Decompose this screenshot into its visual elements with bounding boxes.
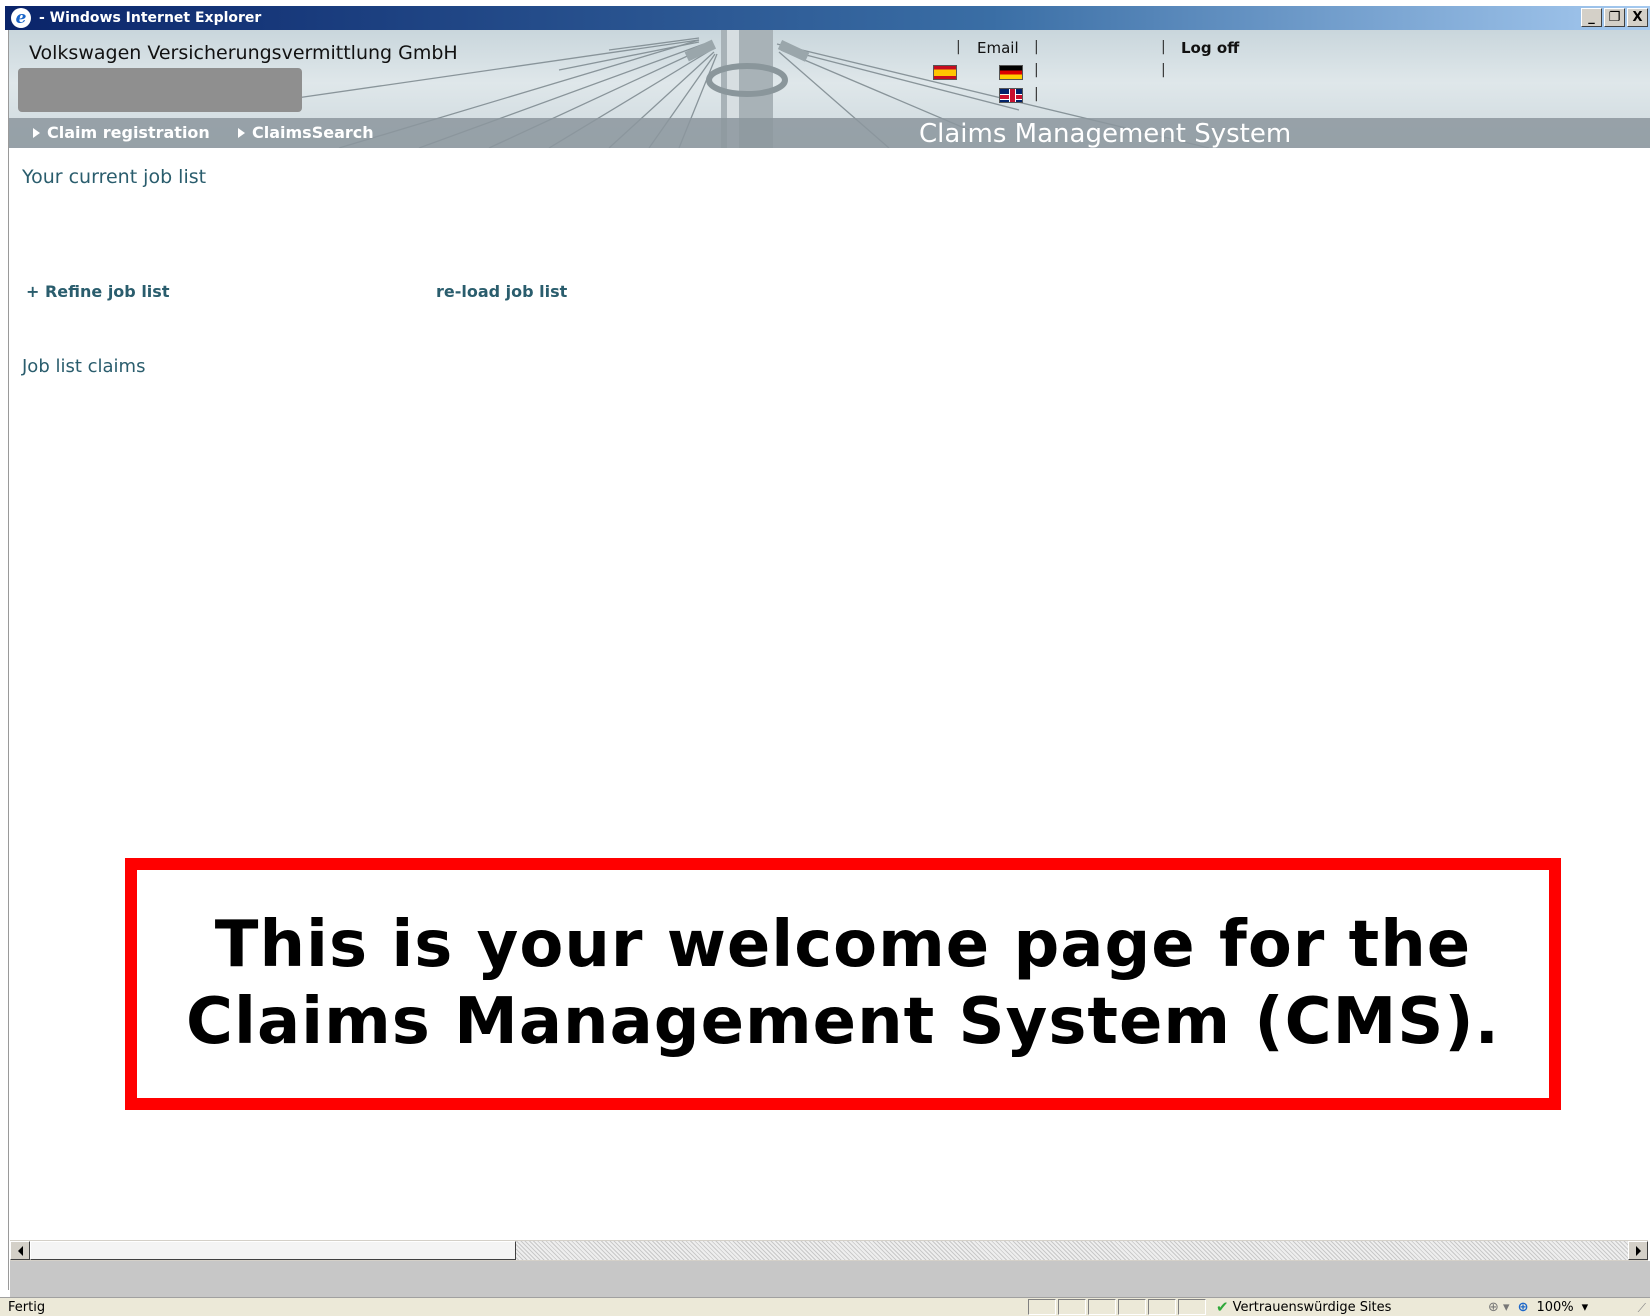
nav-claims-search[interactable]: ClaimsSearch: [238, 123, 374, 142]
separator: |: [956, 39, 961, 55]
job-list-claims-heading: Job list claims: [22, 356, 146, 377]
flag-uk-icon[interactable]: [999, 88, 1023, 103]
zoom-control[interactable]: ⊕ ▾ ⊕ 100% ▾: [1488, 1300, 1588, 1315]
resize-grip-icon[interactable]: ⟋: [1638, 1301, 1646, 1316]
content-footer-band: [10, 1261, 1650, 1297]
current-job-list-heading: Your current job list: [22, 166, 207, 188]
zoom-icon: ⊕: [1517, 1300, 1529, 1315]
page-content: Your current job list + Refine job list …: [10, 148, 1650, 1240]
status-panels: [1028, 1299, 1206, 1315]
nav-claim-registration[interactable]: Claim registration: [33, 123, 210, 142]
email-link[interactable]: Email: [977, 39, 1019, 57]
status-panel: [1148, 1299, 1176, 1315]
arrow-right-icon: [1635, 1245, 1641, 1256]
main-navigation: Claim registration ClaimsSearch Claims M…: [9, 118, 1650, 148]
system-title: Claims Management System: [919, 119, 1292, 148]
checkmark-icon: ✔: [1216, 1298, 1229, 1316]
zoom-level: 100%: [1536, 1300, 1574, 1315]
status-panel: [1178, 1299, 1206, 1315]
protected-mode-icon[interactable]: ⊕ ▾: [1488, 1300, 1510, 1315]
zone-label: Vertrauenswürdige Sites: [1232, 1300, 1392, 1315]
internet-explorer-icon: e: [11, 8, 31, 28]
browser-window: e - Windows Internet Explorer _ ❐ X Volk…: [0, 0, 1650, 1316]
scroll-right-button[interactable]: [1628, 1241, 1648, 1260]
header-banner: Volkswagen Versicherungsvermittlung GmbH…: [9, 30, 1650, 148]
status-panel: [1088, 1299, 1116, 1315]
welcome-line-2: Claims Management System (CMS).: [186, 985, 1500, 1059]
separator: |: [1161, 62, 1166, 78]
reload-job-list-link[interactable]: re-load job list: [436, 282, 567, 301]
flag-germany-icon[interactable]: [999, 65, 1023, 80]
status-bar: Fertig ✔ Vertrauenswürdige Sites ⊕ ▾ ⊕ 1…: [0, 1297, 1650, 1316]
log-off-link[interactable]: Log off: [1181, 39, 1239, 57]
scrollbar-thumb[interactable]: [30, 1241, 516, 1260]
minimize-button[interactable]: _: [1581, 8, 1602, 27]
nav-label: Claim registration: [47, 123, 210, 142]
welcome-callout: This is your welcome page for the Claims…: [125, 858, 1561, 1110]
flag-spain-icon[interactable]: [933, 65, 957, 80]
window-title: - Windows Internet Explorer: [39, 10, 262, 26]
security-zone[interactable]: ✔ Vertrauenswürdige Sites: [1216, 1298, 1392, 1316]
refine-job-list-link[interactable]: + Refine job list: [26, 282, 169, 301]
close-button[interactable]: X: [1627, 8, 1648, 27]
arrow-left-icon: [17, 1245, 23, 1256]
scroll-left-button[interactable]: [10, 1241, 30, 1260]
status-panel: [1118, 1299, 1146, 1315]
separator: |: [1161, 39, 1166, 55]
welcome-line-1: This is your welcome page for the: [214, 908, 1472, 983]
separator: |: [1034, 39, 1039, 55]
window-controls: _ ❐ X: [1581, 8, 1648, 27]
title-bar: e - Windows Internet Explorer _ ❐ X: [5, 6, 1650, 30]
nav-label: ClaimsSearch: [252, 123, 374, 142]
arrow-right-icon: [33, 127, 40, 138]
restore-button[interactable]: ❐: [1604, 8, 1625, 27]
status-panel: [1058, 1299, 1086, 1315]
status-panel: [1028, 1299, 1056, 1315]
welcome-message: This is your welcome page for the Claims…: [186, 907, 1500, 1061]
scrollbar-track[interactable]: [30, 1241, 1628, 1260]
header-links: | Email | | Log off | | |: [9, 30, 1650, 120]
arrow-right-icon: [238, 127, 245, 138]
horizontal-scrollbar[interactable]: [10, 1240, 1648, 1261]
zoom-dropdown-icon[interactable]: ▾: [1582, 1300, 1589, 1315]
separator: |: [1034, 86, 1039, 102]
window-left-border: [0, 30, 9, 1290]
separator: |: [1034, 62, 1039, 78]
status-text: Fertig: [8, 1300, 46, 1315]
